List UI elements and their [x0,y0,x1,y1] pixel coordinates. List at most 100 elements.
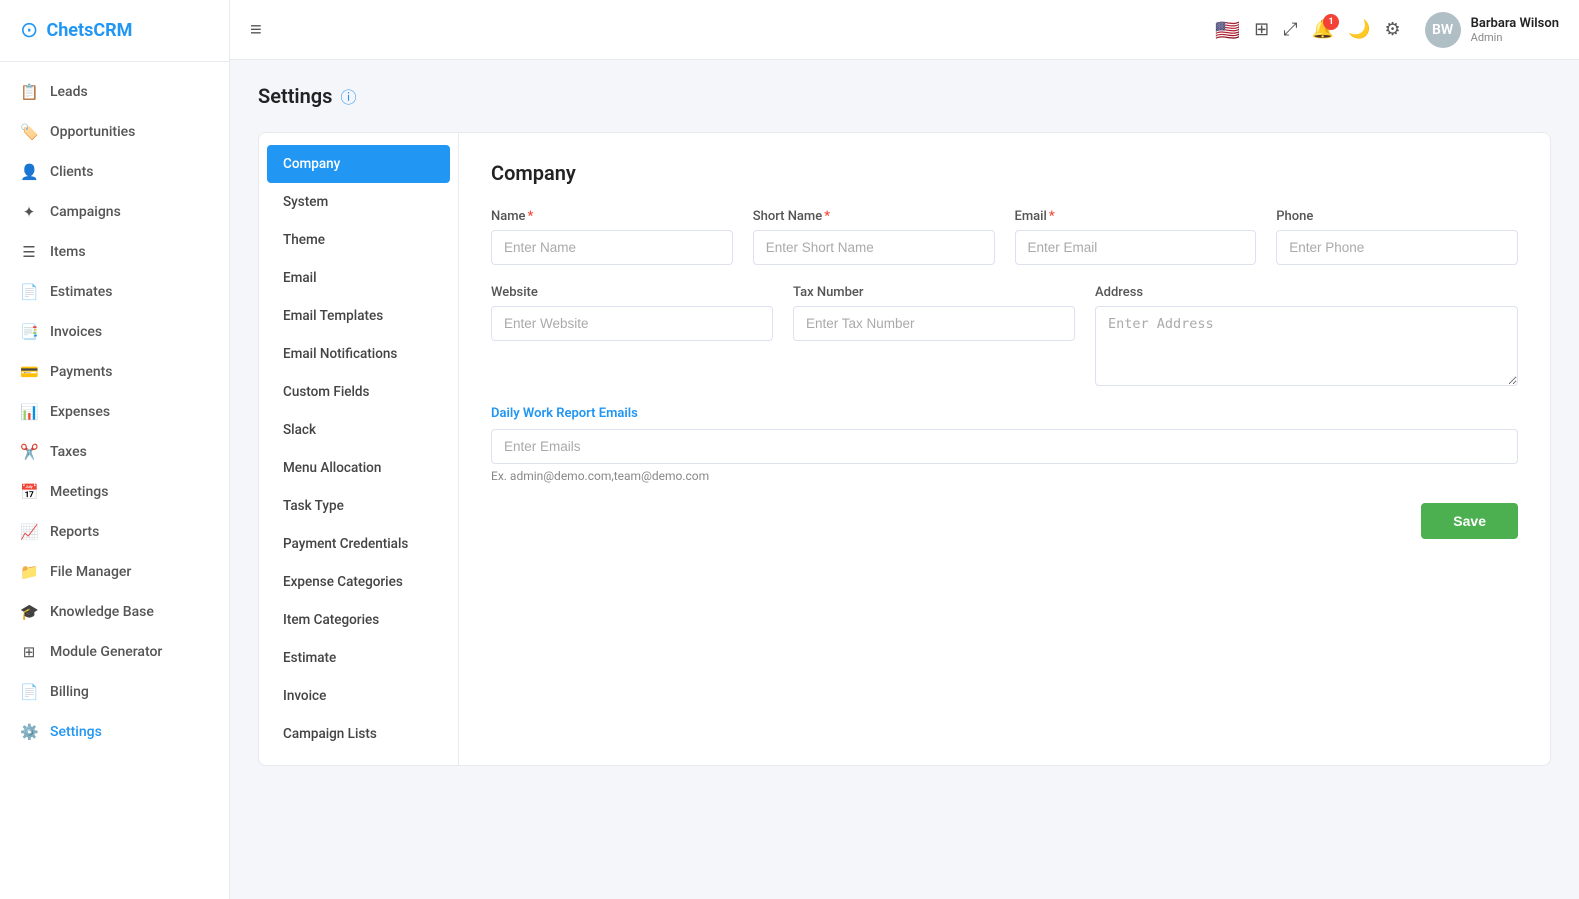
estimates-icon: 📄 [20,283,38,301]
settings-sidebar: CompanySystemThemeEmailEmail TemplatesEm… [259,133,459,765]
settings-icon: ⚙️ [20,723,38,741]
content-area: Settings ⓘ CompanySystemThemeEmailEmail … [230,60,1579,899]
taxes-icon: ✂️ [20,443,38,461]
name-label: Name* [491,209,733,224]
logo-text: ChetsCRM [46,20,132,41]
email-group: Email* [1015,209,1257,265]
sidebar-item-label: Knowledge Base [50,604,154,620]
settings-nav-expense-categories[interactable]: Expense Categories [259,563,458,601]
address-group: Address [1095,285,1518,386]
settings-nav-menu-allocation[interactable]: Menu Allocation [259,449,458,487]
settings-nav-custom-fields[interactable]: Custom Fields [259,373,458,411]
sidebar-item-expenses[interactable]: 📊Expenses [0,392,229,432]
campaigns-icon: ✦ [20,203,38,221]
billing-icon: 📄 [20,683,38,701]
settings-icon[interactable]: ⚙ [1385,19,1401,40]
name-group: Name* [491,209,733,265]
settings-nav-company[interactable]: Company [267,145,450,183]
section-title: Company [491,161,1518,185]
sidebar-item-label: Opportunities [50,124,135,140]
sidebar-item-leads[interactable]: 📋Leads [0,72,229,112]
topbar-icons: 🇺🇸 ⊞ ⤢ 🔔 1 🌙 ⚙ [1215,18,1400,42]
fullscreen-icon[interactable]: ⤢ [1283,19,1297,40]
address-input[interactable] [1095,306,1518,386]
page-info-icon[interactable]: ⓘ [340,84,356,108]
sidebar: ⊙ ChetsCRM 📋Leads 🏷️ Opportunities 👤 Clients… [0,0,230,899]
sidebar-item-label: Clients [50,164,93,180]
sidebar-item-label: Leads [50,84,88,100]
sidebar-item-taxes[interactable]: ✂️ Taxes [0,432,229,472]
sidebar-item-campaigns[interactable]: ✦ Campaigns [0,192,229,232]
sidebar-item-opportunities[interactable]: 🏷️ Opportunities [0,112,229,152]
theme-toggle-icon[interactable]: 🌙 [1348,19,1370,40]
name-input[interactable] [491,230,733,265]
sidebar-item-label: Settings [50,724,102,740]
sidebar-item-label: Reports [50,524,99,540]
user-info[interactable]: BW Barbara Wilson Admin [1425,12,1559,48]
sidebar-item-settings[interactable]: ⚙️ Settings [0,712,229,752]
sidebar-item-invoices[interactable]: 📑 Invoices [0,312,229,352]
sidebar-item-module-generator[interactable]: ⊞Module Generator [0,632,229,672]
settings-nav-email[interactable]: Email [259,259,458,297]
settings-nav-invoice[interactable]: Invoice [259,677,458,715]
clients-icon: 👤 [20,163,38,181]
sidebar-item-label: Invoices [50,324,102,340]
settings-layout: CompanySystemThemeEmailEmail TemplatesEm… [258,132,1551,766]
language-flag[interactable]: 🇺🇸 [1215,18,1240,42]
file-manager-icon: 📁 [20,563,38,581]
sidebar-item-clients[interactable]: 👤 Clients [0,152,229,192]
payments-icon: 💳 [20,363,38,381]
form-row-2: Website Tax Number Address [491,285,1518,386]
knowledge-base-icon: 🎓 [20,603,38,621]
invoices-icon: 📑 [20,323,38,341]
sidebar-item-estimates[interactable]: 📄 Estimates [0,272,229,312]
website-group: Website [491,285,773,386]
settings-nav-task-type[interactable]: Task Type [259,487,458,525]
emails-input[interactable] [491,429,1518,464]
settings-nav-system[interactable]: System [259,183,458,221]
notifications-icon[interactable]: 🔔 1 [1312,19,1334,40]
email-input[interactable] [1015,230,1257,265]
sidebar-item-billing[interactable]: 📄 Billing [0,672,229,712]
settings-nav-email-notifications[interactable]: Email Notifications [259,335,458,373]
tax-number-input[interactable] [793,306,1075,341]
save-button[interactable]: Save [1421,503,1518,539]
sidebar-item-label: Billing [50,684,89,700]
sidebar-item-reports[interactable]: 📈Reports [0,512,229,552]
logo-icon: ⊙ [20,18,38,43]
settings-nav-payment-credentials[interactable]: Payment Credentials [259,525,458,563]
sidebar-nav: 📋Leads 🏷️ Opportunities 👤 Clients ✦ Campaigns ☰… [0,62,229,762]
form-actions: Save [491,503,1518,539]
page-title: Settings [258,84,332,108]
sidebar-item-file-manager[interactable]: 📁File Manager [0,552,229,592]
sidebar-item-meetings[interactable]: 📅Meetings [0,472,229,512]
settings-nav-item-categories[interactable]: Item Categories [259,601,458,639]
opportunities-icon: 🏷️ [20,123,38,141]
expenses-icon: 📊 [20,403,38,421]
emails-hint: Ex. admin@demo.com,team@demo.com [491,469,1518,483]
user-name: Barbara Wilson [1471,16,1559,31]
settings-nav-estimate[interactable]: Estimate [259,639,458,677]
phone-input[interactable] [1276,230,1518,265]
website-input[interactable] [491,306,773,341]
short-name-group: Short Name* [753,209,995,265]
sidebar-item-label: Module Generator [50,644,162,660]
apps-icon[interactable]: ⊞ [1254,19,1269,40]
sidebar-item-payments[interactable]: 💳Payments [0,352,229,392]
sidebar-item-items[interactable]: ☰Items [0,232,229,272]
main-area: ≡ 🇺🇸 ⊞ ⤢ 🔔 1 🌙 ⚙ BW Barbara Wilson Admin… [230,0,1579,899]
phone-label: Phone [1276,209,1518,224]
sidebar-item-label: Taxes [50,444,87,460]
short-name-input[interactable] [753,230,995,265]
sidebar-item-knowledge-base[interactable]: 🎓 Knowledge Base [0,592,229,632]
sidebar-item-label: Estimates [50,284,112,300]
sidebar-item-label: Campaigns [50,204,121,220]
settings-nav-campaign-lists[interactable]: Campaign Lists [259,715,458,753]
menu-toggle-button[interactable]: ≡ [250,17,262,42]
tax-number-label: Tax Number [793,285,1075,300]
settings-nav-email-templates[interactable]: Email Templates [259,297,458,335]
settings-nav-theme[interactable]: Theme [259,221,458,259]
settings-nav-slack[interactable]: Slack [259,411,458,449]
daily-work-label: Daily Work Report Emails [491,406,1518,421]
email-label: Email* [1015,209,1257,224]
